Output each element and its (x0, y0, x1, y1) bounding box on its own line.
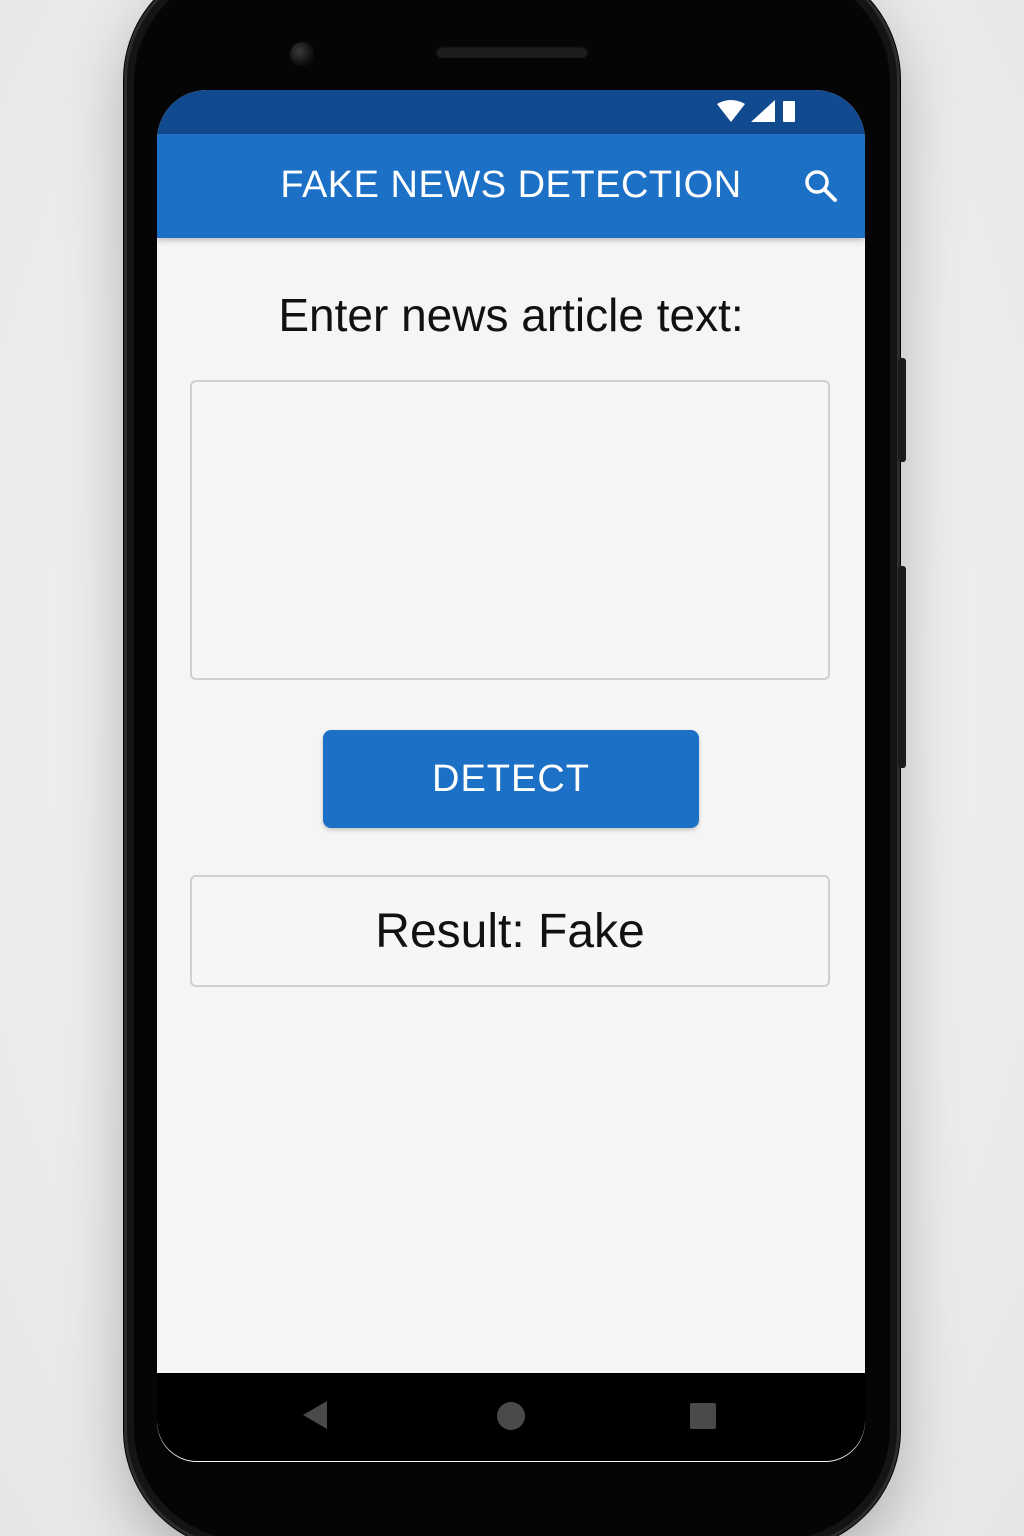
front-camera (290, 42, 314, 66)
navigation-bar (157, 1373, 865, 1461)
app-bar: FAKE NEWS DETECTION (157, 134, 865, 238)
result-text: Result: Fake (375, 904, 645, 958)
detect-button[interactable]: DETECT (323, 730, 699, 828)
phone-screen: FAKE NEWS DETECTION Enter news article t… (157, 90, 865, 1462)
earpiece-speaker (436, 46, 588, 58)
signal-icon (751, 100, 775, 122)
battery-icon (783, 101, 795, 122)
home-icon[interactable] (497, 1402, 525, 1430)
search-button[interactable] (803, 168, 839, 204)
volume-button (898, 566, 906, 768)
article-text-input[interactable] (190, 380, 830, 680)
app-title: FAKE NEWS DETECTION (280, 164, 742, 206)
wifi-icon (717, 100, 745, 122)
result-box: Result: Fake (190, 875, 830, 987)
input-prompt-label: Enter news article text: (278, 289, 744, 341)
search-icon (805, 170, 837, 202)
background: FAKE NEWS DETECTION Enter news article t… (0, 0, 1024, 1536)
power-button (898, 358, 906, 462)
recents-icon[interactable] (690, 1403, 716, 1429)
status-icons (717, 100, 797, 122)
status-bar (157, 90, 865, 134)
back-icon[interactable] (303, 1401, 327, 1429)
